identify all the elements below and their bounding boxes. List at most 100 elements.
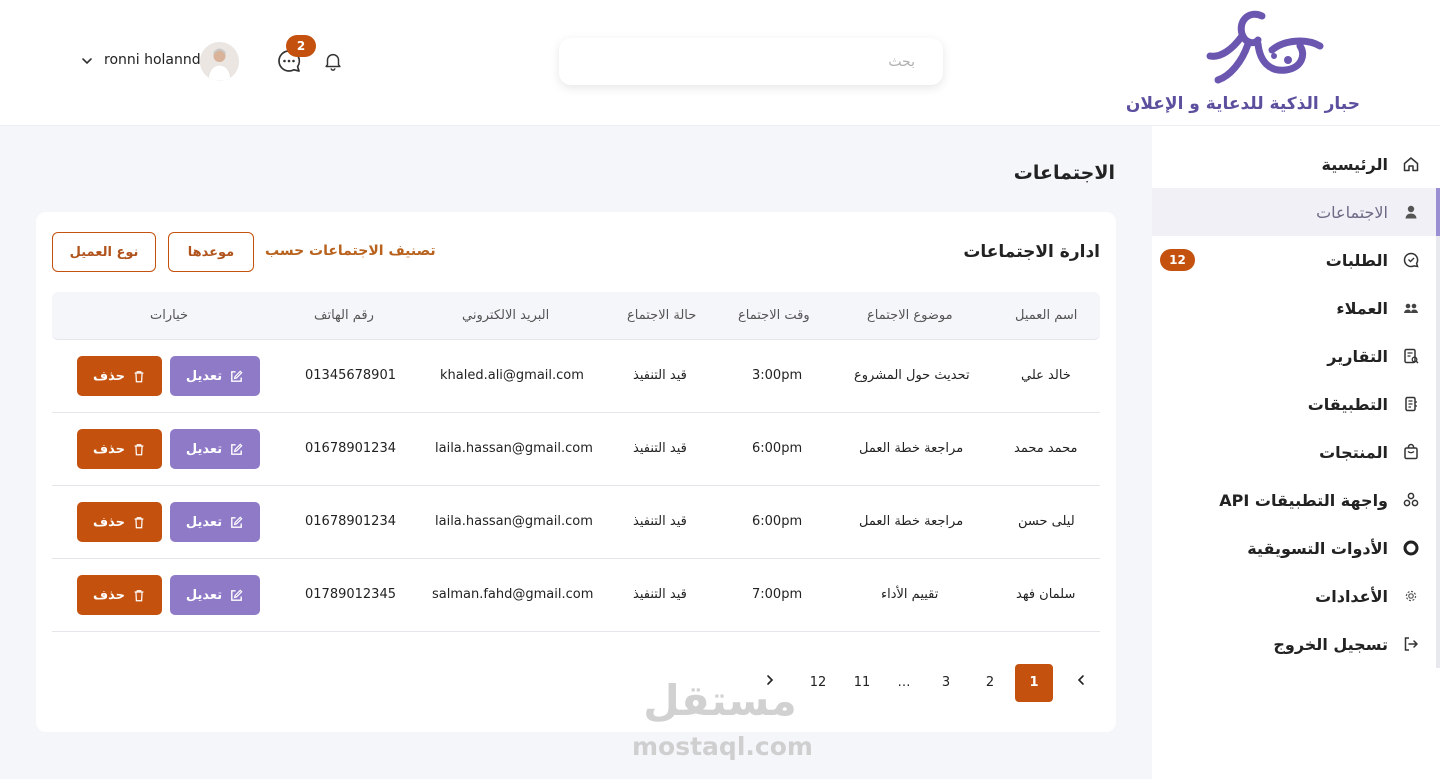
watermark-arabic: مستقل bbox=[643, 676, 797, 725]
top-header: حبار الذكية للدعاية و الإعلان 2 ronni ho… bbox=[0, 0, 1440, 126]
logout-icon bbox=[1404, 637, 1418, 651]
bell-icon[interactable] bbox=[322, 50, 344, 72]
header-time: وقت الاجتماع bbox=[738, 308, 810, 323]
page-button-3[interactable]: 3 bbox=[927, 664, 965, 702]
octopus-logo-icon bbox=[1206, 10, 1324, 84]
delete-button[interactable]: حذف bbox=[77, 429, 162, 469]
chat-badge: 2 bbox=[286, 35, 316, 57]
header-options: خيارات bbox=[150, 308, 189, 323]
sidebar-item-label: تسجيل الخروج bbox=[1273, 634, 1388, 654]
edit-button[interactable]: تعديل bbox=[170, 575, 260, 615]
cell-status: قيد التنفيذ bbox=[633, 587, 687, 602]
sidebar-item-label: الاجتماعات bbox=[1316, 202, 1388, 222]
edit-button[interactable]: تعديل bbox=[170, 356, 260, 396]
delete-label: حذف bbox=[93, 587, 125, 603]
trash-icon bbox=[134, 443, 144, 455]
cell-time: 7:00pm bbox=[752, 587, 803, 602]
delete-button[interactable]: حذف bbox=[77, 575, 162, 615]
api-icon bbox=[1403, 492, 1419, 507]
sidebar-item-label: الأعدادات bbox=[1315, 586, 1388, 606]
header-status: حالة الاجتماع bbox=[627, 308, 697, 323]
edit-label: تعديل bbox=[185, 587, 223, 603]
edit-icon bbox=[231, 369, 243, 382]
sidebar-item-label: التطبيقات bbox=[1307, 394, 1388, 414]
edit-label: تعديل bbox=[185, 368, 223, 384]
page-button-1[interactable]: 1 bbox=[1015, 664, 1053, 702]
edit-button[interactable]: تعديل bbox=[170, 502, 260, 542]
chevron-left-icon bbox=[1077, 675, 1084, 685]
delete-button[interactable]: حذف bbox=[77, 356, 162, 396]
cell-phone: 01678901234 bbox=[305, 441, 396, 456]
edit-button[interactable]: تعديل bbox=[170, 429, 260, 469]
sidebar-item-api[interactable]: واجهة التطبيقات API bbox=[1152, 476, 1440, 524]
sidebar-item-marketing-tools[interactable]: الأدوات التسويقية bbox=[1152, 524, 1440, 572]
avatar[interactable] bbox=[200, 42, 239, 81]
sidebar-item-label: التقارير bbox=[1327, 346, 1388, 366]
chat-bubble-icon bbox=[1403, 252, 1419, 268]
sidebar-item-label: المنتجات bbox=[1319, 442, 1388, 462]
header-client-name: اسم العميل bbox=[1015, 308, 1078, 323]
cell-status: قيد التنفيذ bbox=[633, 514, 687, 529]
sidebar-item-products[interactable]: المنتجات bbox=[1152, 428, 1440, 476]
sidebar-item-orders[interactable]: الطلبات 12 bbox=[1152, 236, 1440, 284]
sidebar-item-label: واجهة التطبيقات API bbox=[1219, 490, 1388, 510]
sidebar-item-label: الرئيسية bbox=[1321, 154, 1389, 174]
chevron-down-icon[interactable] bbox=[80, 54, 94, 68]
sidebar-item-clients[interactable]: العملاء bbox=[1152, 284, 1440, 332]
cell-phone: 01678901234 bbox=[305, 514, 396, 529]
card-title: ادارة الاجتماعات bbox=[963, 242, 1100, 262]
cell-email[interactable]: laila.hassan@gmail.com bbox=[435, 441, 593, 456]
watermark-latin: mostaql.com bbox=[632, 732, 813, 761]
cell-topic: تحديث حول المشروع bbox=[854, 368, 970, 383]
username[interactable]: ronni holannd bbox=[104, 52, 201, 68]
sidebar-item-settings[interactable]: الأعدادات bbox=[1152, 572, 1440, 620]
filter-by-client-type-button[interactable]: نوع العميل bbox=[52, 232, 156, 272]
sidebar-item-meetings[interactable]: الاجتماعات bbox=[1152, 188, 1440, 236]
table-row: خالد علي تحديث حول المشروع 3:00pm قيد ال… bbox=[52, 340, 1100, 413]
header-email: البريد الالكتروني bbox=[462, 308, 550, 323]
cell-email[interactable]: khaled.ali@gmail.com bbox=[440, 368, 584, 383]
cell-time: 6:00pm bbox=[752, 441, 803, 456]
brand-name: حبار الذكية للدعاية و الإعلان bbox=[1125, 94, 1360, 114]
cell-topic: مراجعة خطة العمل bbox=[859, 514, 964, 529]
filter-by-date-button[interactable]: موعدها bbox=[168, 232, 254, 272]
cell-email[interactable]: laila.hassan@gmail.com bbox=[435, 514, 593, 529]
user-icon bbox=[1405, 205, 1417, 219]
cell-status: قيد التنفيذ bbox=[633, 441, 687, 456]
filter-label: تصنيف الاجتماعات حسب bbox=[265, 243, 436, 259]
home-icon bbox=[1403, 157, 1419, 172]
users-icon bbox=[1404, 303, 1418, 313]
page-ellipsis: … bbox=[885, 664, 923, 702]
delete-label: حذف bbox=[93, 441, 125, 457]
edit-icon bbox=[231, 588, 243, 601]
page-button-2[interactable]: 2 bbox=[971, 664, 1009, 702]
cell-time: 3:00pm bbox=[752, 368, 803, 383]
cell-status: قيد التنفيذ bbox=[633, 368, 687, 383]
page-button-11[interactable]: 11 bbox=[843, 664, 881, 702]
sidebar-item-logout[interactable]: تسجيل الخروج bbox=[1152, 620, 1440, 668]
trash-icon bbox=[134, 370, 144, 382]
cell-topic: تقييم الأداء bbox=[881, 587, 939, 602]
app-icon bbox=[1405, 396, 1417, 412]
prev-page-button[interactable] bbox=[1062, 664, 1100, 702]
orders-count-badge: 12 bbox=[1160, 249, 1195, 271]
delete-label: حذف bbox=[93, 514, 125, 530]
report-icon bbox=[1404, 348, 1419, 364]
brand-logo[interactable]: حبار الذكية للدعاية و الإعلان bbox=[1126, 10, 1360, 115]
bag-icon bbox=[1404, 443, 1418, 460]
search-input[interactable] bbox=[559, 38, 943, 85]
sidebar-item-home[interactable]: الرئيسية bbox=[1152, 140, 1440, 188]
trash-icon bbox=[134, 516, 144, 528]
cell-email[interactable]: salman.fahd@gmail.com bbox=[432, 587, 593, 602]
sidebar-item-reports[interactable]: التقارير bbox=[1152, 332, 1440, 380]
gear-icon bbox=[1405, 590, 1417, 602]
cell-client-name: محمد محمد bbox=[1014, 441, 1078, 456]
table-row: ليلى حسن مراجعة خطة العمل 6:00pm قيد الت… bbox=[52, 486, 1100, 559]
table-row: سلمان فهد تقييم الأداء 7:00pm قيد التنفي… bbox=[52, 559, 1100, 632]
sidebar-item-applications[interactable]: التطبيقات bbox=[1152, 380, 1440, 428]
table-row: محمد محمد مراجعة خطة العمل 6:00pm قيد ال… bbox=[52, 413, 1100, 486]
cell-client-name: خالد علي bbox=[1021, 368, 1071, 383]
header-phone: رقم الهاتف bbox=[314, 308, 374, 323]
delete-button[interactable]: حذف bbox=[77, 502, 162, 542]
cell-phone: 01345678901 bbox=[305, 368, 396, 383]
